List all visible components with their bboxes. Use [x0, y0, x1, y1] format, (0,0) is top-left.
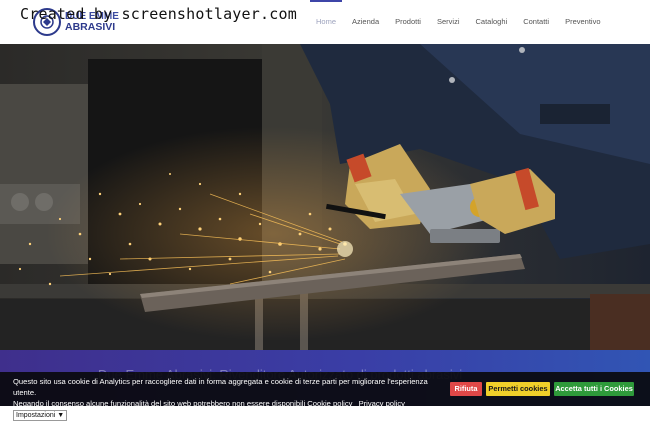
main-nav: Home Azienda Prodotti Servizi Cataloghi …: [308, 0, 609, 44]
nav-item-preventivo[interactable]: Preventivo: [557, 0, 608, 44]
cookie-message: Questo sito usa cookie di Analytics per …: [13, 376, 443, 421]
hero-image: [0, 44, 650, 350]
refuse-cookies-button[interactable]: Rifiuta: [450, 382, 482, 396]
watermark-text: Created by screenshotlayer.com: [20, 5, 297, 23]
nav-item-contatti[interactable]: Contatti: [515, 0, 557, 44]
nav-item-azienda[interactable]: Azienda: [344, 0, 387, 44]
nav-item-cataloghi[interactable]: Cataloghi: [468, 0, 516, 44]
cookie-settings-select[interactable]: Impostazioni ▼: [13, 410, 68, 421]
nav-item-prodotti[interactable]: Prodotti: [387, 0, 429, 44]
chevron-down-icon: ▼: [57, 412, 65, 419]
nav-item-servizi[interactable]: Servizi: [429, 0, 468, 44]
cookie-policy-link[interactable]: Cookie policy: [307, 399, 352, 408]
cookie-settings-label: Impostazioni: [16, 412, 56, 419]
allow-cookies-button[interactable]: Permetti cookies: [486, 382, 550, 396]
logo-line-2: ABRASIVI: [65, 21, 116, 33]
angle-grinder-sparks-illustration: [0, 44, 650, 350]
privacy-policy-link[interactable]: Privacy policy: [359, 399, 405, 408]
cookie-message-line-2: Negando il consenso alcune funzionalità …: [13, 399, 306, 408]
cookie-banner: Questo sito usa cookie di Analytics per …: [0, 372, 650, 421]
cookie-message-line-1: Questo sito usa cookie di Analytics per …: [13, 377, 428, 397]
accept-all-cookies-button[interactable]: Accetta tutti i Cookies: [554, 382, 634, 396]
nav-item-home[interactable]: Home: [308, 0, 344, 44]
site-header: DUE EMME ABRASIVI Created by screenshotl…: [0, 0, 650, 44]
